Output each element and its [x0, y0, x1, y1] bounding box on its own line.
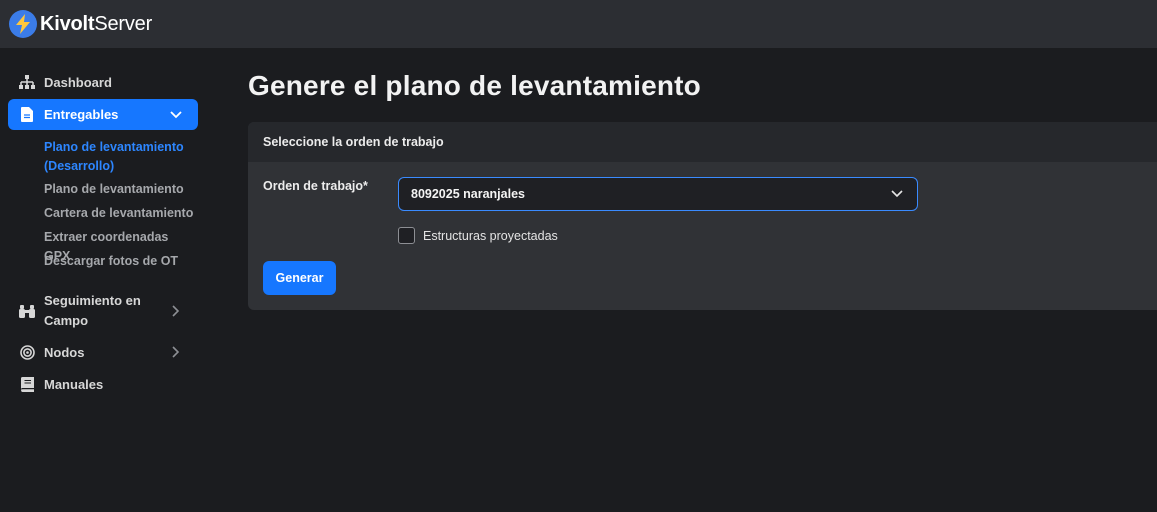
- file-icon: [19, 107, 35, 123]
- submenu-item-descargar-fotos[interactable]: Descargar fotos de OT: [44, 252, 194, 271]
- top-navbar: KivoltServer: [0, 0, 1157, 48]
- submenu-item-cartera-levantamiento[interactable]: Cartera de levantamiento: [44, 204, 194, 223]
- chevron-right-icon: [170, 346, 182, 358]
- brand-name: KivoltServer: [40, 13, 152, 36]
- sidebar-item-seguimiento[interactable]: Seguimiento en Campo: [8, 290, 198, 332]
- lightning-bolt-icon: [9, 10, 37, 38]
- order-select-value: 8092025 naranjales: [411, 187, 525, 201]
- page-title: Genere el plano de levantamiento: [248, 70, 701, 101]
- sidebar-item-manuales[interactable]: Manuales: [8, 372, 198, 396]
- binoculars-icon: [19, 303, 35, 319]
- chevron-down-icon: [170, 109, 182, 121]
- sidebar-item-dashboard[interactable]: Dashboard: [8, 70, 198, 94]
- estructuras-checkbox[interactable]: [398, 227, 415, 244]
- brand[interactable]: KivoltServer: [9, 10, 152, 38]
- book-icon: [19, 376, 35, 392]
- generar-button[interactable]: Generar: [263, 261, 336, 295]
- chevron-down-icon: [891, 188, 903, 200]
- sidebar-item-label: Seguimiento en Campo: [44, 293, 141, 328]
- brand-name-bold: Kivolt: [40, 12, 95, 35]
- sidebar-item-nodos[interactable]: Nodos: [8, 340, 198, 364]
- card-header: Seleccione la orden de trabajo: [248, 122, 1157, 162]
- submenu-item-plano-desarrollo[interactable]: Plano de levantamiento (Desarrollo): [44, 138, 194, 176]
- sidebar-item-label: Dashboard: [44, 74, 112, 90]
- sidebar-item-entregables[interactable]: Entregables: [8, 99, 198, 130]
- target-icon: [19, 344, 35, 360]
- order-label: Orden de trabajo*: [263, 179, 368, 193]
- submenu-item-plano-levantamiento[interactable]: Plano de levantamiento: [44, 180, 194, 199]
- sidebar-item-label: Entregables: [44, 107, 119, 122]
- estructuras-checkbox-label[interactable]: Estructuras proyectadas: [423, 229, 558, 243]
- sidebar-item-label: Nodos: [44, 344, 85, 360]
- estructuras-checkbox-row: Estructuras proyectadas: [398, 227, 558, 244]
- chevron-right-icon: [170, 305, 182, 317]
- sidebar: Dashboard Entregables Plano de levantami…: [0, 48, 206, 512]
- order-select[interactable]: 8092025 naranjales: [398, 177, 918, 211]
- brand-name-light: Server: [94, 12, 153, 35]
- sitemap-icon: [19, 74, 35, 90]
- sidebar-item-label: Manuales: [44, 376, 104, 392]
- order-form-card: Seleccione la orden de trabajo Orden de …: [248, 122, 1157, 310]
